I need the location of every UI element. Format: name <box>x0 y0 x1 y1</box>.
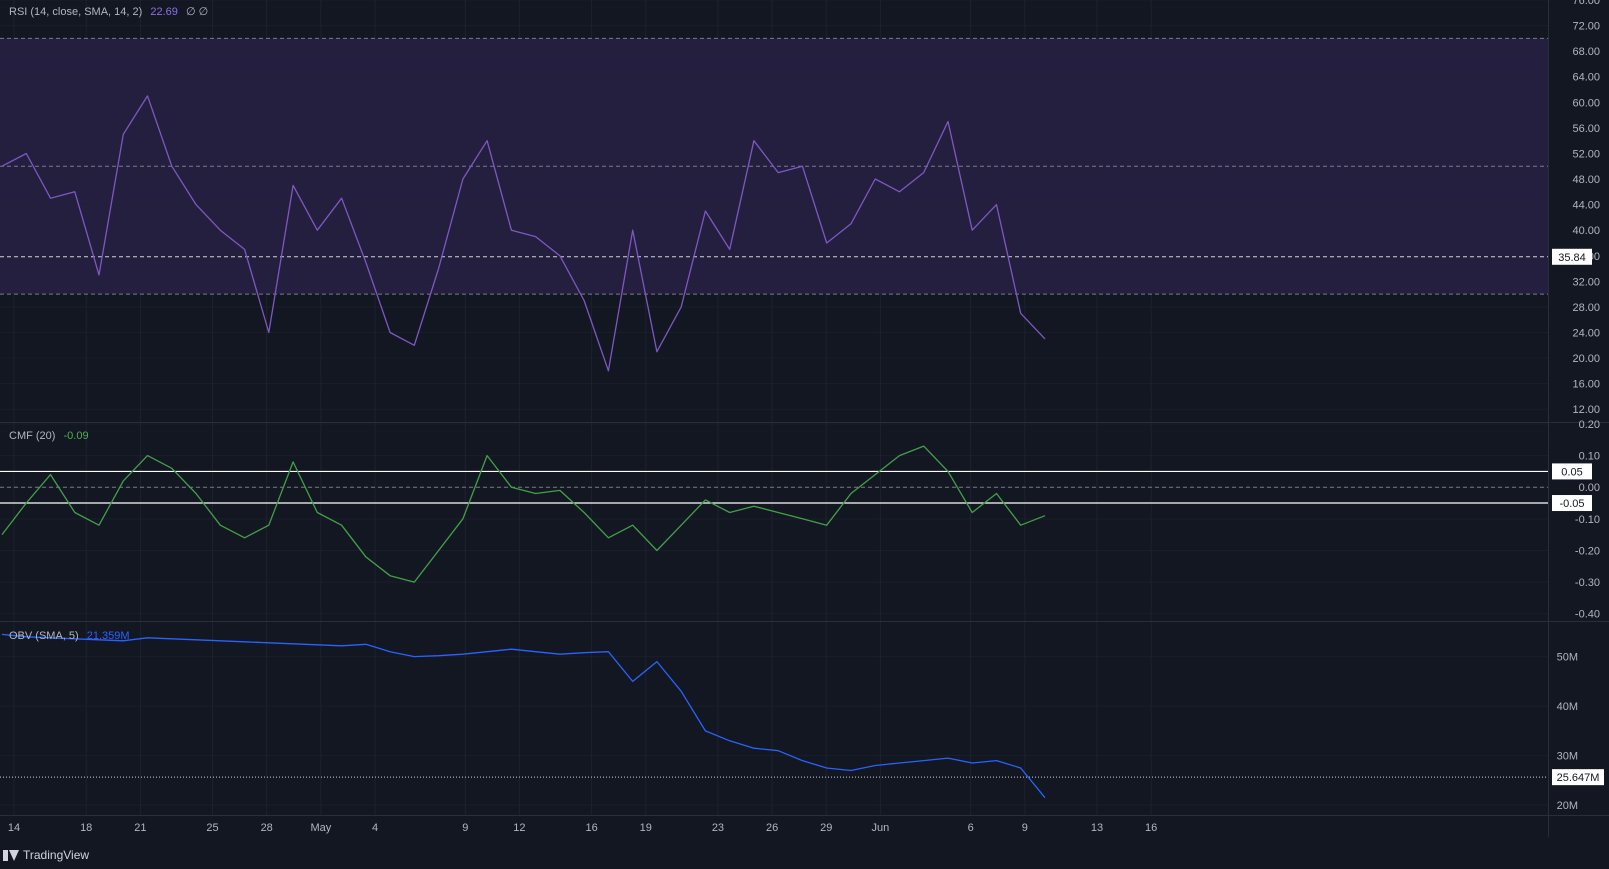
x-tick-label: 21 <box>134 822 146 834</box>
cmf-y-tick-label: -0.10 <box>1575 514 1600 526</box>
obv-y-tick-label: 40M <box>1557 701 1578 713</box>
cmf-legend-name: CMF (20) <box>9 430 56 442</box>
cmf-y-tick-label: -0.40 <box>1575 609 1600 621</box>
x-tick-label: 13 <box>1091 822 1103 834</box>
cmf-y-tick-label: 0.00 <box>1579 482 1600 494</box>
x-tick-label: 23 <box>712 822 724 834</box>
indicator-chart[interactable]: 76.0072.0068.0064.0060.0056.0052.0048.00… <box>0 0 1609 869</box>
rsi-y-tick-label: 20.00 <box>1572 353 1600 365</box>
x-tick-label: 12 <box>513 822 525 834</box>
rsi-y-tick-label: 56.00 <box>1572 123 1600 135</box>
cmf-y-tick-label: 0.10 <box>1579 451 1600 463</box>
cmf-series-line <box>1 445 1046 583</box>
obv-legend-value: 21.359M <box>86 630 130 642</box>
rsi-y-tick-label: 64.00 <box>1572 72 1600 84</box>
obv-y-tick-label: 50M <box>1557 652 1578 664</box>
rsi-y-tick-label: 44.00 <box>1572 200 1600 212</box>
obv-series-line <box>1 633 1046 799</box>
rsi-legend-name: RSI (14, close, SMA, 14, 2) <box>9 6 143 18</box>
obv-marker-label: 25.647M <box>1557 772 1600 784</box>
brand-label: TradingView <box>23 848 90 862</box>
cmf-y-tick-label: 0.20 <box>1579 419 1600 431</box>
cmf-y-tick-label: -0.30 <box>1575 577 1600 589</box>
cmf-legend-value: -0.09 <box>63 430 89 442</box>
x-tick-label: 25 <box>206 822 218 834</box>
rsi-y-tick-label: 28.00 <box>1572 302 1600 314</box>
rsi-legend-value: 22.69 <box>150 6 178 18</box>
rsi-y-tick-label: 72.00 <box>1572 21 1600 33</box>
x-tick-label: 6 <box>968 822 974 834</box>
x-tick-label: 26 <box>766 822 778 834</box>
cmf-y-tick-label: -0.20 <box>1575 545 1600 557</box>
x-tick-label: 9 <box>462 822 468 834</box>
cmf-legend[interactable]: CMF (20) -0.09 <box>9 430 89 442</box>
rsi-legend-extra: ∅ ∅ <box>185 6 209 18</box>
rsi-legend[interactable]: RSI (14, close, SMA, 14, 2) 22.69 ∅ ∅ <box>9 5 208 18</box>
x-tick-label: 16 <box>585 822 597 834</box>
x-tick-label: Jun <box>872 822 890 834</box>
x-tick-label: 16 <box>1145 822 1157 834</box>
x-tick-label: 28 <box>261 822 273 834</box>
cmf-marker-label: -0.05 <box>1559 498 1584 510</box>
x-tick-label: 9 <box>1022 822 1028 834</box>
x-tick-label: 4 <box>372 822 378 834</box>
obv-y-tick-label: 20M <box>1557 800 1578 812</box>
obv-y-tick-label: 30M <box>1557 751 1578 763</box>
rsi-marker-label: 35.84 <box>1558 252 1586 264</box>
x-tick-label: May <box>310 822 331 834</box>
x-tick-label: 29 <box>820 822 832 834</box>
rsi-y-tick-label: 48.00 <box>1572 174 1600 186</box>
obv-legend[interactable]: OBV (SMA, 5) 21.359M <box>9 630 130 642</box>
rsi-y-tick-label: 52.00 <box>1572 148 1600 160</box>
rsi-y-tick-label: 16.00 <box>1572 379 1600 391</box>
x-tick-label: 14 <box>8 822 20 834</box>
rsi-y-tick-label: 76.00 <box>1572 0 1600 7</box>
rsi-y-tick-label: 12.00 <box>1572 404 1600 416</box>
rsi-y-tick-label: 24.00 <box>1572 327 1600 339</box>
rsi-y-tick-label: 68.00 <box>1572 46 1600 58</box>
rsi-y-tick-label: 32.00 <box>1572 276 1600 288</box>
x-tick-label: 18 <box>80 822 92 834</box>
x-tick-label: 19 <box>640 822 652 834</box>
rsi-y-tick-label: 40.00 <box>1572 225 1600 237</box>
obv-legend-name: OBV (SMA, 5) <box>9 630 79 642</box>
cmf-marker-label: 0.05 <box>1561 466 1582 478</box>
tradingview-logo-icon <box>3 849 19 861</box>
rsi-y-tick-label: 60.00 <box>1572 97 1600 109</box>
tradingview-logo[interactable]: TradingView <box>3 848 89 862</box>
